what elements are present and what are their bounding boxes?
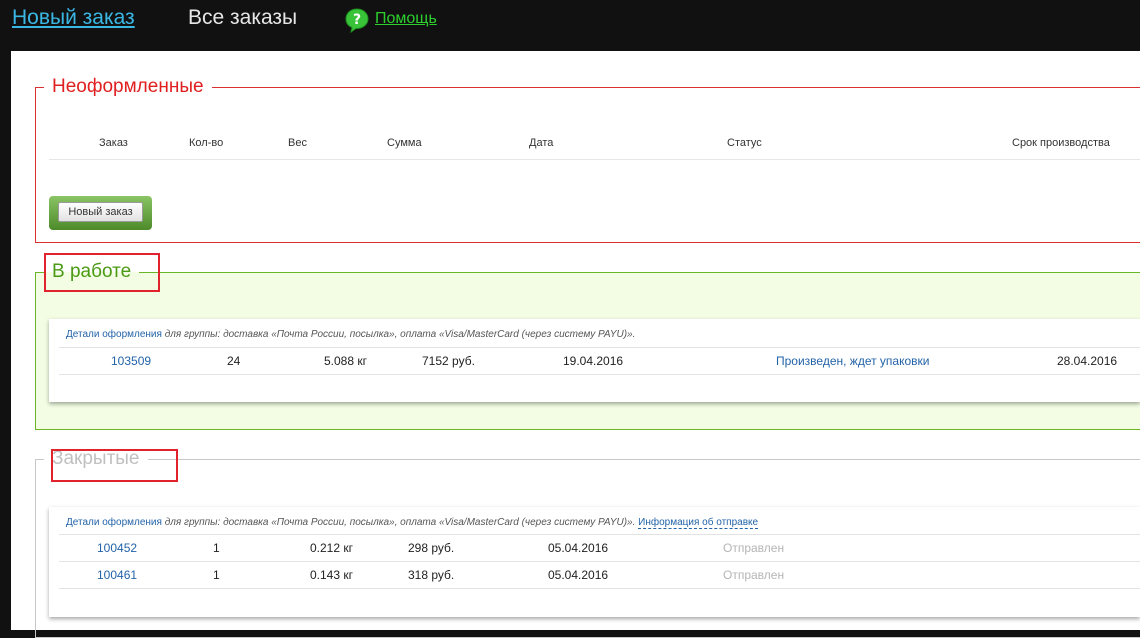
col-header-date: Дата: [529, 137, 554, 149]
order-sum: 298 руб.: [408, 541, 455, 555]
help-icon[interactable]: ?: [344, 7, 370, 33]
order-qty: 1: [213, 568, 220, 582]
col-header-status: Статус: [727, 137, 762, 149]
nav-new-order-link[interactable]: Новый заказ: [12, 6, 135, 30]
group-desc-text: для группы: доставка «Почта России, посы…: [164, 517, 636, 528]
col-header-weight: Вес: [288, 137, 307, 149]
order-group-panel-closed: Детали оформления для группы: доставка «…: [49, 507, 1140, 617]
nav-help-link[interactable]: Помощь: [375, 10, 437, 28]
order-number-link[interactable]: 100452: [97, 541, 137, 555]
content-area: Неоформленные Заказ Кол-во Вес Сумма Дат…: [11, 51, 1140, 638]
order-status-link[interactable]: Произведен, ждет упаковки: [776, 354, 930, 368]
details-link[interactable]: Детали оформления: [66, 329, 162, 340]
top-nav: Новый заказ Все заказы ? Помощь: [0, 0, 1140, 50]
order-weight: 0.212 кг: [310, 541, 353, 555]
highlight-box-in-work: [44, 253, 160, 292]
order-weight: 0.143 кг: [310, 568, 353, 582]
order-sum: 318 руб.: [408, 568, 455, 582]
order-weight: 5.088 кг: [324, 354, 367, 368]
order-status: Отправлен: [723, 541, 785, 555]
new-order-button[interactable]: Новый заказ: [49, 196, 152, 230]
section-draft-title: Неоформленные: [52, 76, 204, 97]
details-link[interactable]: Детали оформления: [66, 517, 162, 528]
order-status: Отправлен: [723, 568, 785, 582]
group-description: Детали оформления для группы: доставка «…: [66, 517, 759, 529]
order-qty: 24: [227, 354, 241, 368]
col-header-sum: Сумма: [387, 137, 422, 149]
row-divider: [59, 534, 1140, 535]
order-group-panel-in-work: Детали оформления для группы: доставка «…: [49, 319, 1140, 402]
row-divider: [59, 588, 1140, 589]
order-deadline: 28.04.2016: [1057, 354, 1118, 368]
order-number-link[interactable]: 100461: [97, 568, 137, 582]
row-divider: [59, 347, 1140, 348]
col-header-order: Заказ: [99, 137, 128, 149]
shipping-info-link[interactable]: Информация об отправке: [638, 517, 759, 529]
highlight-box-closed: [51, 449, 178, 482]
group-desc-text: для группы: доставка «Почта России, посы…: [164, 329, 636, 340]
row-divider: [59, 561, 1140, 562]
nav-all-orders[interactable]: Все заказы: [188, 6, 297, 30]
order-date: 05.04.2016: [548, 568, 609, 582]
order-date: 05.04.2016: [548, 541, 609, 555]
order-sum: 7152 руб.: [422, 354, 475, 368]
new-order-button-label: Новый заказ: [58, 202, 143, 222]
row-divider: [59, 374, 1140, 375]
header-divider: [49, 159, 1140, 160]
group-description: Детали оформления для группы: доставка «…: [66, 329, 635, 340]
order-number-link[interactable]: 103509: [111, 354, 151, 368]
col-header-qty: Кол-во: [189, 137, 224, 149]
order-qty: 1: [213, 541, 220, 555]
svg-text:?: ?: [353, 12, 361, 28]
order-date: 19.04.2016: [563, 354, 624, 368]
col-header-deadline: Срок производства: [1012, 137, 1110, 149]
